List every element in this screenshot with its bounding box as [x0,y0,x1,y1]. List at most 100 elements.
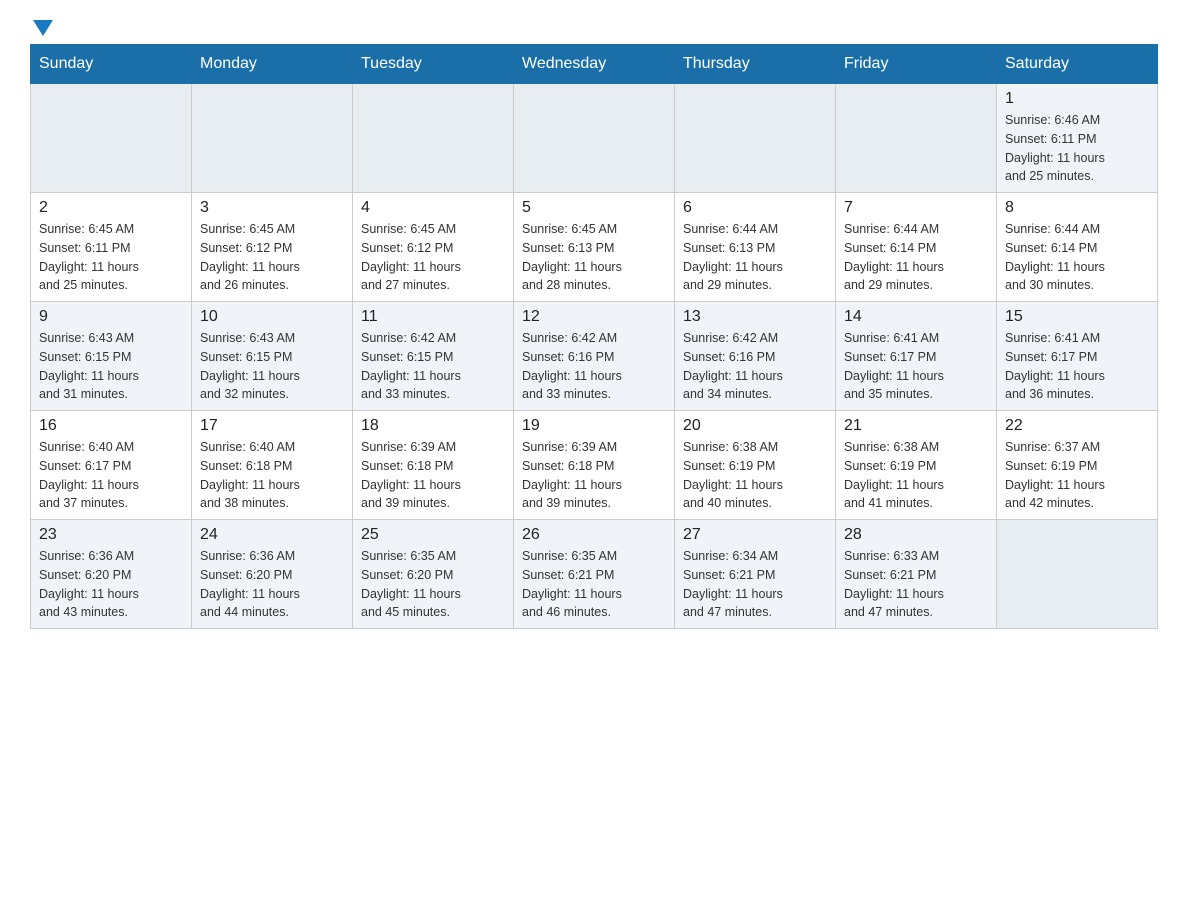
weekday-header-tuesday: Tuesday [353,45,514,84]
calendar-cell [836,84,997,193]
calendar-cell: 1 Sunrise: 6:46 AM Sunset: 6:11 PM Daylig… [997,84,1158,193]
day-info: Sunrise: 6:43 AM Sunset: 6:15 PM Dayligh… [39,329,183,404]
day-info: Sunrise: 6:44 AM Sunset: 6:13 PM Dayligh… [683,220,827,295]
day-info: Sunrise: 6:45 AM Sunset: 6:12 PM Dayligh… [361,220,505,295]
day-info: Sunrise: 6:39 AM Sunset: 6:18 PM Dayligh… [361,438,505,513]
calendar-cell: 18 Sunrise: 6:39 AM Sunset: 6:18 PM Dayli… [353,411,514,520]
day-number: 13 [683,308,827,326]
weekday-header-thursday: Thursday [675,45,836,84]
calendar-cell: 5Sunrise: 6:45 AM Sunset: 6:13 PM Daylig… [514,193,675,302]
day-number: 25 [361,526,505,544]
day-info: Sunrise: 6:35 AM Sunset: 6:20 PM Dayligh… [361,547,505,622]
calendar-cell: 8 Sunrise: 6:44 AM Sunset: 6:14 PM Daylig… [997,193,1158,302]
calendar-cell: 14 Sunrise: 6:41 AM Sunset: 6:17 PM Dayli… [836,302,997,411]
day-number: 2 [39,199,183,217]
day-info: Sunrise: 6:42 AM Sunset: 6:15 PM Dayligh… [361,329,505,404]
day-number: 15 [1005,308,1149,326]
calendar-cell: 23 Sunrise: 6:36 AM Sunset: 6:20 PM Dayli… [31,520,192,629]
weekday-header-wednesday: Wednesday [514,45,675,84]
calendar-cell [675,84,836,193]
calendar-cell: 17Sunrise: 6:40 AM Sunset: 6:18 PM Dayli… [192,411,353,520]
day-info: Sunrise: 6:34 AM Sunset: 6:21 PM Dayligh… [683,547,827,622]
calendar-cell: 7 Sunrise: 6:44 AM Sunset: 6:14 PM Daylig… [836,193,997,302]
weekday-header-friday: Friday [836,45,997,84]
day-number: 21 [844,417,988,435]
calendar-cell: 20 Sunrise: 6:38 AM Sunset: 6:19 PM Dayli… [675,411,836,520]
day-info: Sunrise: 6:36 AM Sunset: 6:20 PM Dayligh… [39,547,183,622]
logo [30,20,53,34]
calendar-cell: 25 Sunrise: 6:35 AM Sunset: 6:20 PM Dayli… [353,520,514,629]
calendar-cell [31,84,192,193]
day-number: 27 [683,526,827,544]
calendar-header-row: SundayMondayTuesdayWednesdayThursdayFrid… [31,45,1158,84]
calendar-cell [997,520,1158,629]
calendar-week-row: 16Sunrise: 6:40 AM Sunset: 6:17 PM Dayli… [31,411,1158,520]
calendar-cell [192,84,353,193]
day-number: 23 [39,526,183,544]
day-number: 4 [361,199,505,217]
day-info: Sunrise: 6:41 AM Sunset: 6:17 PM Dayligh… [1005,329,1149,404]
weekday-header-saturday: Saturday [997,45,1158,84]
day-number: 20 [683,417,827,435]
logo-line1 [30,20,53,34]
weekday-header-sunday: Sunday [31,45,192,84]
calendar-cell: 28Sunrise: 6:33 AM Sunset: 6:21 PM Dayli… [836,520,997,629]
calendar-cell: 9 Sunrise: 6:43 AM Sunset: 6:15 PM Daylig… [31,302,192,411]
day-number: 28 [844,526,988,544]
logo-triangle-icon [33,20,53,36]
calendar-cell: 3Sunrise: 6:45 AM Sunset: 6:12 PM Daylig… [192,193,353,302]
calendar-cell: 11 Sunrise: 6:42 AM Sunset: 6:15 PM Dayli… [353,302,514,411]
day-number: 19 [522,417,666,435]
day-info: Sunrise: 6:37 AM Sunset: 6:19 PM Dayligh… [1005,438,1149,513]
calendar-cell: 13 Sunrise: 6:42 AM Sunset: 6:16 PM Dayli… [675,302,836,411]
day-info: Sunrise: 6:44 AM Sunset: 6:14 PM Dayligh… [844,220,988,295]
calendar-cell: 19 Sunrise: 6:39 AM Sunset: 6:18 PM Dayli… [514,411,675,520]
day-info: Sunrise: 6:38 AM Sunset: 6:19 PM Dayligh… [683,438,827,513]
day-number: 22 [1005,417,1149,435]
day-info: Sunrise: 6:40 AM Sunset: 6:18 PM Dayligh… [200,438,344,513]
day-info: Sunrise: 6:44 AM Sunset: 6:14 PM Dayligh… [1005,220,1149,295]
calendar-cell: 22 Sunrise: 6:37 AM Sunset: 6:19 PM Dayli… [997,411,1158,520]
day-number: 11 [361,308,505,326]
calendar-cell: 24 Sunrise: 6:36 AM Sunset: 6:20 PM Dayli… [192,520,353,629]
day-number: 14 [844,308,988,326]
day-number: 18 [361,417,505,435]
day-number: 1 [1005,90,1149,108]
calendar-week-row: 9 Sunrise: 6:43 AM Sunset: 6:15 PM Daylig… [31,302,1158,411]
day-info: Sunrise: 6:42 AM Sunset: 6:16 PM Dayligh… [522,329,666,404]
calendar-cell: 6 Sunrise: 6:44 AM Sunset: 6:13 PM Daylig… [675,193,836,302]
day-info: Sunrise: 6:39 AM Sunset: 6:18 PM Dayligh… [522,438,666,513]
weekday-header-monday: Monday [192,45,353,84]
calendar-cell: 2 Sunrise: 6:45 AM Sunset: 6:11 PM Daylig… [31,193,192,302]
calendar-cell: 10Sunrise: 6:43 AM Sunset: 6:15 PM Dayli… [192,302,353,411]
day-number: 16 [39,417,183,435]
calendar-cell: 12 Sunrise: 6:42 AM Sunset: 6:16 PM Dayli… [514,302,675,411]
day-number: 6 [683,199,827,217]
calendar-cell [514,84,675,193]
day-number: 10 [200,308,344,326]
calendar-week-row: 2 Sunrise: 6:45 AM Sunset: 6:11 PM Daylig… [31,193,1158,302]
day-info: Sunrise: 6:36 AM Sunset: 6:20 PM Dayligh… [200,547,344,622]
page-header [30,20,1158,34]
day-number: 9 [39,308,183,326]
calendar-cell: 16Sunrise: 6:40 AM Sunset: 6:17 PM Dayli… [31,411,192,520]
calendar-week-row: 23 Sunrise: 6:36 AM Sunset: 6:20 PM Dayli… [31,520,1158,629]
day-info: Sunrise: 6:41 AM Sunset: 6:17 PM Dayligh… [844,329,988,404]
calendar-table: SundayMondayTuesdayWednesdayThursdayFrid… [30,44,1158,629]
calendar-cell: 27 Sunrise: 6:34 AM Sunset: 6:21 PM Dayli… [675,520,836,629]
calendar-week-row: 1 Sunrise: 6:46 AM Sunset: 6:11 PM Daylig… [31,84,1158,193]
day-info: Sunrise: 6:45 AM Sunset: 6:11 PM Dayligh… [39,220,183,295]
day-info: Sunrise: 6:46 AM Sunset: 6:11 PM Dayligh… [1005,111,1149,186]
day-info: Sunrise: 6:38 AM Sunset: 6:19 PM Dayligh… [844,438,988,513]
day-number: 7 [844,199,988,217]
day-info: Sunrise: 6:45 AM Sunset: 6:13 PM Dayligh… [522,220,666,295]
calendar-cell: 4 Sunrise: 6:45 AM Sunset: 6:12 PM Daylig… [353,193,514,302]
day-info: Sunrise: 6:35 AM Sunset: 6:21 PM Dayligh… [522,547,666,622]
day-number: 8 [1005,199,1149,217]
day-info: Sunrise: 6:45 AM Sunset: 6:12 PM Dayligh… [200,220,344,295]
calendar-cell: 15 Sunrise: 6:41 AM Sunset: 6:17 PM Dayli… [997,302,1158,411]
day-info: Sunrise: 6:42 AM Sunset: 6:16 PM Dayligh… [683,329,827,404]
day-number: 26 [522,526,666,544]
day-number: 24 [200,526,344,544]
day-number: 12 [522,308,666,326]
